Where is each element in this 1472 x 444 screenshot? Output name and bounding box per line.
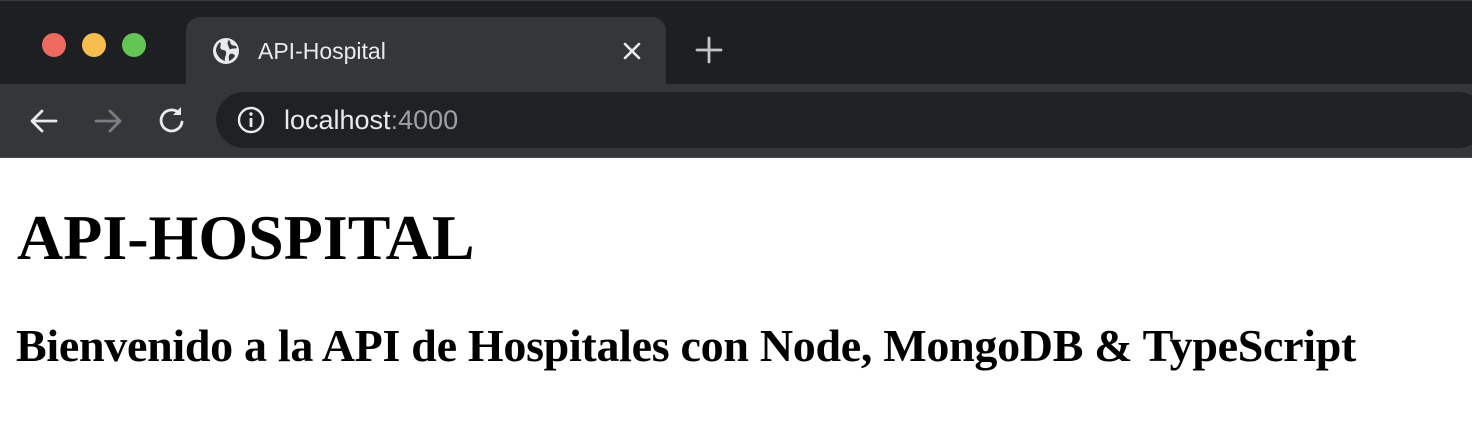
globe-icon	[213, 38, 239, 64]
arrow-left-icon[interactable]	[27, 104, 61, 138]
page-subtitle: Bienvenido a la API de Hospitales con No…	[16, 320, 1357, 371]
window-close-button[interactable]	[42, 33, 66, 57]
url-host: localhost	[284, 105, 391, 135]
tab-title: API-Hospital	[258, 38, 386, 64]
reload-icon[interactable]	[155, 104, 189, 138]
url-text: localhost:4000	[284, 103, 458, 137]
tab-api-hospital[interactable]: API-Hospital	[186, 17, 666, 85]
address-bar[interactable]: localhost:4000	[216, 92, 1472, 148]
info-icon[interactable]	[236, 105, 266, 135]
close-icon[interactable]	[620, 39, 644, 63]
browser-window: API-Hospital localhost:4000 API-HOSPITAL…	[0, 0, 1472, 444]
window-minimize-button[interactable]	[82, 33, 106, 57]
url-port: :4000	[390, 105, 459, 135]
browser-toolbar: localhost:4000	[0, 84, 1472, 158]
plus-icon[interactable]	[694, 35, 724, 65]
tab-strip: API-Hospital	[0, 0, 1472, 85]
window-maximize-button[interactable]	[122, 33, 146, 57]
page-title: API-HOSPITAL	[17, 202, 475, 273]
arrow-right-icon[interactable]	[91, 104, 125, 138]
page-content: API-HOSPITAL Bienvenido a la API de Hosp…	[0, 158, 1472, 444]
